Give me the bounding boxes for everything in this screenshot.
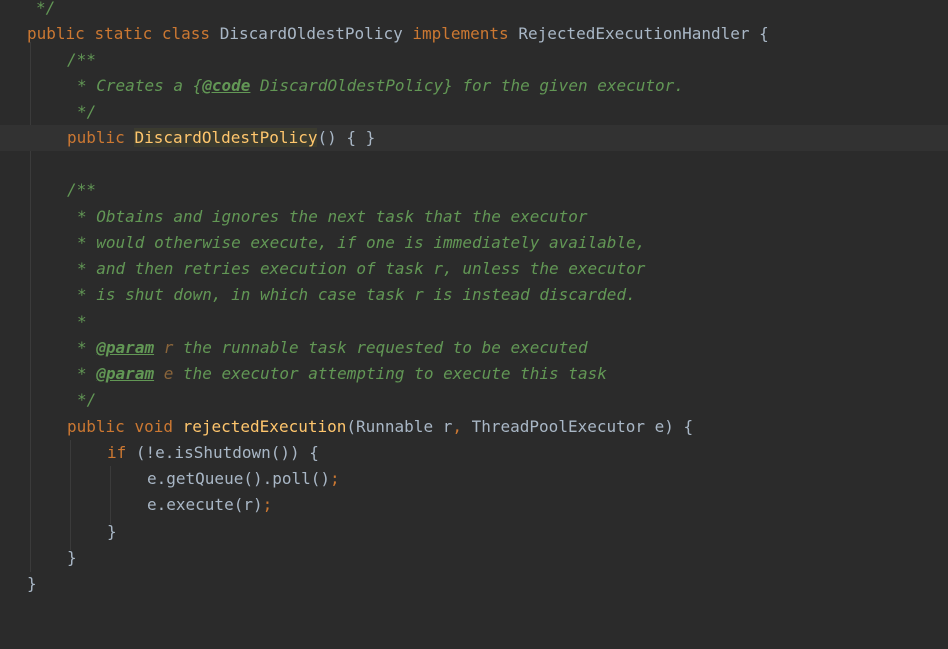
inline-tag-close: } — [443, 76, 453, 95]
statement: e.getQueue().poll(); — [147, 466, 340, 492]
doc-star: * — [77, 76, 87, 95]
doc-comment-open: /** — [67, 50, 96, 69]
statement-text: e.execute(r) — [147, 495, 263, 514]
doc-text: Creates a — [96, 76, 193, 95]
code-line[interactable]: } — [0, 519, 948, 545]
close-brace: } — [27, 574, 37, 593]
code-tag[interactable]: @code — [202, 76, 250, 95]
close-brace: } — [107, 522, 117, 541]
doc-comment-text: * would otherwise execute, if one is imm… — [77, 233, 646, 252]
param-tag[interactable]: @param — [96, 364, 154, 383]
code-line[interactable]: if (!e.isShutdown()) { — [0, 440, 948, 466]
code-line[interactable]: e.execute(r); — [0, 492, 948, 518]
method-name[interactable]: rejectedExecution — [183, 417, 347, 436]
constructor-name[interactable]: DiscardOldestPolicy — [134, 128, 318, 147]
code-line[interactable]: public void rejectedExecution(Runnable r… — [0, 414, 948, 440]
param-description: the runnable task requested to be execut… — [173, 338, 588, 357]
open-brace: { — [759, 24, 769, 43]
statement: e.execute(r); — [147, 492, 272, 518]
if-statement: if (!e.isShutdown()) { — [107, 440, 319, 466]
code-line[interactable]: } — [0, 571, 948, 597]
method-params: ThreadPoolExecutor e) { — [461, 417, 694, 436]
doc-comment-close: */ — [77, 102, 97, 121]
code-tag-text: DiscardOldestPolicy — [250, 76, 444, 95]
doc-comment-text: * and then retries execution of task r, … — [77, 259, 646, 278]
doc-star: * — [77, 338, 87, 357]
code-line[interactable]: * @param e the executor attempting to ex… — [0, 361, 948, 387]
keyword-public: public — [67, 417, 125, 436]
doc-comment-open: /** — [67, 180, 96, 199]
class-name: DiscardOldestPolicy — [219, 24, 403, 43]
param-description: the executor attempting to execute this … — [173, 364, 607, 383]
doc-comment-text: * — [77, 312, 87, 331]
doc-param: * @param e the executor attempting to ex… — [77, 361, 607, 387]
code-line[interactable]: } — [0, 545, 948, 571]
code-line[interactable]: * would otherwise execute, if one is imm… — [0, 230, 948, 256]
param-tag[interactable]: @param — [96, 338, 154, 357]
param-separator: , — [452, 417, 462, 436]
code-line[interactable]: e.getQueue().poll(); — [0, 466, 948, 492]
constructor-declaration: public DiscardOldestPolicy() { } — [67, 125, 375, 151]
class-declaration: public static class DiscardOldestPolicy … — [27, 21, 769, 47]
if-condition: (!e.isShutdown()) { — [126, 443, 319, 462]
constructor-body: () { } — [317, 128, 376, 147]
semicolon: ; — [330, 469, 340, 488]
code-line[interactable]: */ — [0, 387, 948, 413]
code-editor[interactable]: */ public static class DiscardOldestPoli… — [0, 0, 948, 593]
code-line[interactable]: public static class DiscardOldestPolicy … — [0, 21, 948, 47]
doc-star: * — [77, 364, 87, 383]
code-line[interactable]: */ — [0, 0, 948, 21]
param-name: r — [163, 338, 174, 357]
doc-comment-text: * Creates a {@code DiscardOldestPolicy} … — [77, 73, 684, 99]
code-line[interactable]: * — [0, 309, 948, 335]
code-line[interactable]: * is shut down, in which case task r is … — [0, 282, 948, 308]
method-params: (Runnable r — [346, 417, 453, 436]
keyword-class: class — [161, 24, 211, 43]
doc-text: for the given executor. — [452, 76, 684, 95]
code-line[interactable]: * and then retries execution of task r, … — [0, 256, 948, 282]
doc-comment-end: */ — [36, 0, 56, 17]
current-code-line[interactable]: public DiscardOldestPolicy() { } — [0, 125, 948, 151]
semicolon: ; — [262, 495, 273, 514]
doc-comment-close: */ — [77, 390, 97, 409]
keyword-if: if — [107, 443, 127, 462]
code-line[interactable]: * Obtains and ignores the next task that… — [0, 204, 948, 230]
statement-text: e.getQueue().poll() — [147, 469, 331, 488]
code-line[interactable]: */ — [0, 99, 948, 125]
doc-comment-text: * is shut down, in which case task r is … — [77, 285, 636, 304]
method-declaration: public void rejectedExecution(Runnable r… — [67, 414, 693, 440]
close-brace: } — [67, 548, 77, 567]
param-name: e — [163, 364, 174, 383]
keyword-public: public — [27, 24, 85, 43]
keyword-public: public — [67, 128, 125, 147]
code-line[interactable]: * @param r the runnable task requested t… — [0, 335, 948, 361]
code-line[interactable]: * Creates a {@code DiscardOldestPolicy} … — [0, 73, 948, 99]
interface-name: RejectedExecutionHandler — [518, 24, 750, 43]
doc-comment-text: * Obtains and ignores the next task that… — [77, 207, 588, 226]
code-line[interactable]: /** — [0, 47, 948, 73]
code-line[interactable]: /** — [0, 177, 948, 203]
doc-param: * @param r the runnable task requested t… — [77, 335, 588, 361]
keyword-static: static — [94, 24, 153, 43]
keyword-void: void — [134, 417, 173, 436]
keyword-implements: implements — [412, 24, 509, 43]
inline-tag-open: { — [192, 76, 203, 95]
